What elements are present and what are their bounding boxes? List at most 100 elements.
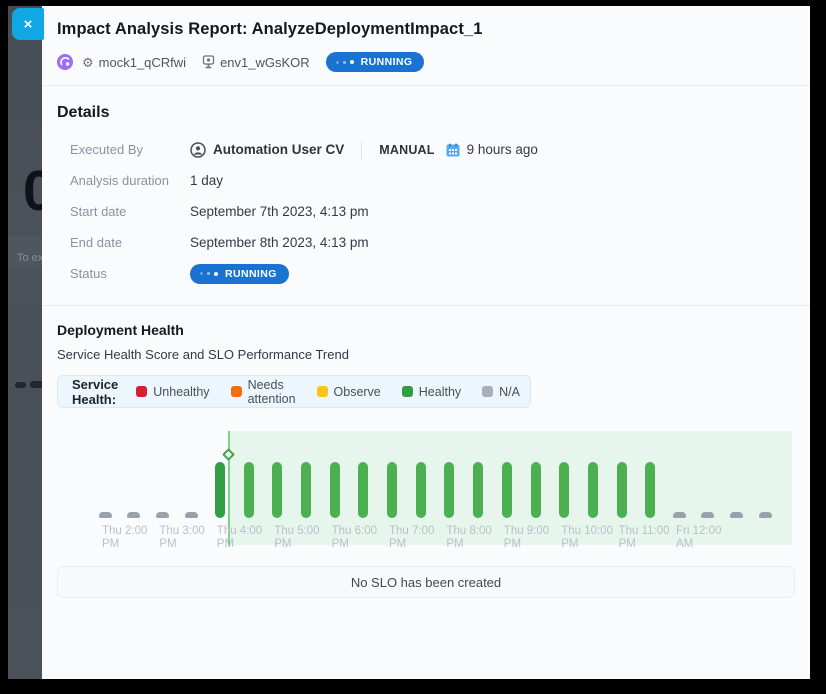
service-health-chart: Thu 2:00PM Thu 3:00PM Thu 4:00PM Thu 5:00PM… — [57, 419, 795, 553]
background-page-overlay: 0 To expa — [8, 6, 42, 679]
divider — [361, 141, 362, 159]
detail-row-end-date: End date September 8th 2023, 4:13 pm — [57, 227, 795, 258]
background-pill-icon — [15, 382, 26, 388]
slo-empty-state: No SLO has been created — [57, 566, 795, 598]
slo-empty-message: No SLO has been created — [351, 575, 501, 590]
legend-swatch-icon — [317, 386, 328, 397]
status-badge: RUNNING — [190, 264, 289, 284]
health-bar[interactable] — [617, 462, 627, 518]
environment-icon — [202, 55, 215, 69]
legend-swatch-icon — [402, 386, 413, 397]
running-dot-icon — [350, 60, 354, 64]
health-bar[interactable] — [502, 462, 512, 518]
background-big-number: 0 — [23, 158, 42, 224]
health-bar[interactable] — [301, 462, 311, 518]
impact-analysis-icon — [57, 54, 73, 70]
x-axis-tick-label: Thu 3:00PM — [159, 525, 204, 551]
health-bar[interactable] — [588, 462, 598, 518]
running-dot-icon — [200, 272, 203, 275]
legend-label: Needs attention — [248, 378, 296, 406]
legend-label: N/A — [499, 385, 520, 399]
running-dot-icon — [336, 61, 339, 64]
health-bar-na[interactable] — [701, 512, 714, 518]
report-meta-row: ⚙ mock1_qCRfwi env1_wGsKOR RU — [57, 52, 794, 72]
close-icon: × — [24, 16, 33, 33]
health-bar[interactable] — [559, 462, 569, 518]
x-axis-tick-label: Thu 6:00PM — [332, 525, 377, 551]
executed-by-user: Automation User CV — [213, 142, 344, 157]
legend-title: Service Health: — [72, 377, 118, 407]
health-bar-na[interactable] — [156, 512, 169, 518]
x-axis-tick-label: Thu 7:00PM — [389, 525, 434, 551]
environment-name: env1_wGsKOR — [202, 55, 310, 70]
background-pill-icon — [30, 381, 42, 388]
detail-value: Automation User CV MANUAL 9 hours ago — [190, 141, 538, 159]
close-drawer-button[interactable]: × — [12, 8, 44, 40]
details-heading: Details — [57, 104, 795, 122]
x-axis-tick-label: Thu 2:00PM — [102, 525, 147, 551]
automation-name: ⚙ mock1_qCRfwi — [82, 55, 186, 70]
x-axis-tick-label: Thu 9:00PM — [504, 525, 549, 551]
detail-row-executed-by: Executed By Automation User CV MANUAL — [57, 134, 795, 165]
detail-label: Start date — [70, 204, 190, 219]
health-bar[interactable] — [215, 462, 225, 518]
legend-item: Healthy — [402, 385, 461, 399]
running-dot-icon — [214, 272, 218, 276]
legend-swatch-icon — [231, 386, 242, 397]
detail-value: RUNNING — [190, 264, 289, 284]
health-bar-na[interactable] — [127, 512, 140, 518]
drawer-header: Impact Analysis Report: AnalyzeDeploymen… — [42, 6, 810, 86]
x-axis-tick-label: Thu 8:00PM — [446, 525, 491, 551]
health-bar-na[interactable] — [99, 512, 112, 518]
service-health-legend: Service Health: Unhealthy Needs attention… — [57, 375, 531, 408]
health-bar[interactable] — [358, 462, 368, 518]
legend-label: Healthy — [419, 385, 461, 399]
health-bar[interactable] — [444, 462, 454, 518]
health-bar-na[interactable] — [759, 512, 772, 518]
health-bar[interactable] — [473, 462, 483, 518]
x-axis-tick-label: Thu 11:00PM — [619, 525, 670, 551]
legend-item: Needs attention — [231, 378, 296, 406]
legend-item: Unhealthy — [136, 385, 209, 399]
status-badge: RUNNING — [326, 52, 425, 72]
legend-swatch-icon — [136, 386, 147, 397]
running-dot-icon — [343, 61, 346, 64]
detail-value: September 8th 2023, 4:13 pm — [190, 235, 369, 250]
detail-value: September 7th 2023, 4:13 pm — [190, 204, 369, 219]
health-bar[interactable] — [416, 462, 426, 518]
deployment-health-heading: Deployment Health — [57, 322, 795, 338]
health-bar[interactable] — [330, 462, 340, 518]
legend-item: Observe — [317, 385, 381, 399]
legend-label: Unhealthy — [153, 385, 209, 399]
detail-label: End date — [70, 235, 190, 250]
health-bar[interactable] — [531, 462, 541, 518]
detail-value: 1 day — [190, 173, 223, 188]
health-bar-na[interactable] — [185, 512, 198, 518]
chart-subtitle: Service Health Score and SLO Performance… — [57, 347, 795, 362]
x-axis-tick-label: Thu 4:00PM — [217, 525, 262, 551]
detail-label: Executed By — [70, 142, 190, 157]
background-truncated-text: To expa — [17, 252, 42, 264]
details-section: Details Executed By Automation User CV M… — [42, 86, 810, 295]
detail-label: Analysis duration — [70, 173, 190, 188]
x-axis-tick-label: Fri 12:00AM — [676, 525, 721, 551]
impact-analysis-report-drawer: Impact Analysis Report: AnalyzeDeploymen… — [42, 6, 810, 679]
page-title: Impact Analysis Report: AnalyzeDeploymen… — [57, 20, 794, 39]
legend-item: N/A — [482, 385, 520, 399]
time-ago: 9 hours ago — [467, 142, 538, 157]
legend-swatch-icon — [482, 386, 493, 397]
health-bar-na[interactable] — [730, 512, 743, 518]
detail-row-start-date: Start date September 7th 2023, 4:13 pm — [57, 196, 795, 227]
deployment-health-section: Deployment Health Service Health Score a… — [42, 306, 810, 598]
health-bar-na[interactable] — [673, 512, 686, 518]
user-avatar-icon — [190, 142, 206, 158]
health-bar[interactable] — [387, 462, 397, 518]
detail-row-analysis-duration: Analysis duration 1 day — [57, 165, 795, 196]
trigger-type: MANUAL — [379, 143, 434, 157]
health-bar[interactable] — [272, 462, 282, 518]
detail-label: Status — [70, 266, 190, 281]
health-bar[interactable] — [645, 462, 655, 518]
running-dot-icon — [207, 272, 210, 275]
x-axis-tick-label: Thu 5:00PM — [274, 525, 319, 551]
health-bar[interactable] — [244, 462, 254, 518]
